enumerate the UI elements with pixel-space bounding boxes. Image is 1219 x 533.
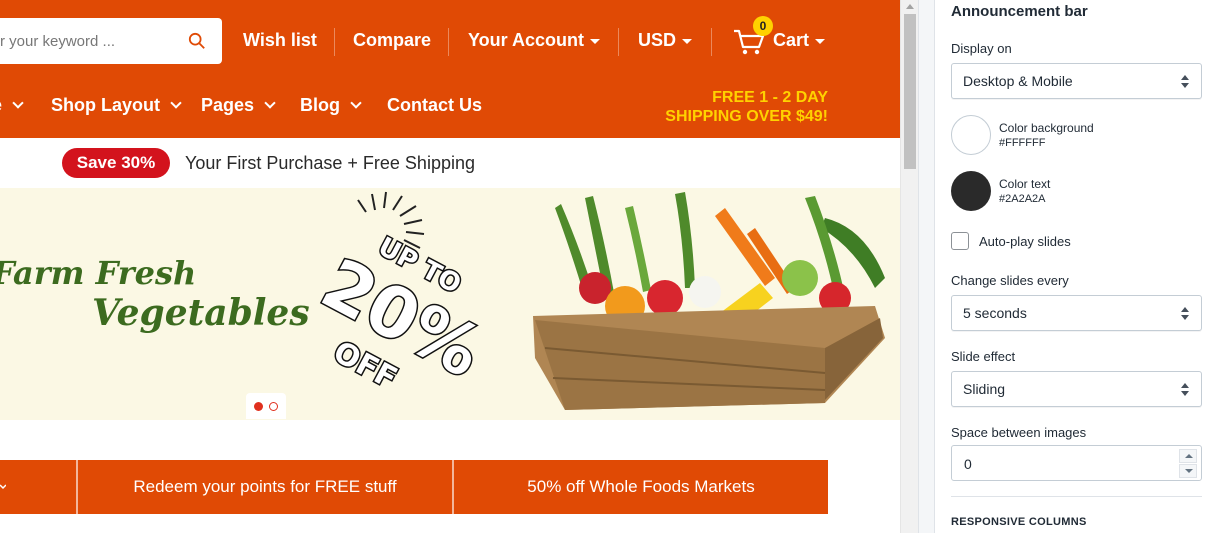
- search-icon[interactable]: [188, 32, 206, 50]
- offer-graphic: UP TO 20% OFF: [308, 191, 480, 398]
- space-between-value: 0: [964, 456, 972, 472]
- slide-dot-active[interactable]: [254, 402, 263, 411]
- slide-effect-label: Slide effect: [951, 349, 1016, 364]
- change-slides-label: Change slides every: [951, 273, 1069, 288]
- account-label: Your Account: [468, 30, 584, 50]
- discount-badge: Save 30%: [62, 148, 170, 178]
- select-arrows-icon: [1181, 75, 1189, 89]
- color-text-hex: #2A2A2A: [999, 193, 1046, 205]
- announcement-text: Your First Purchase + Free Shipping: [185, 153, 475, 173]
- cart-label: Cart: [773, 30, 810, 50]
- slide-title-line-2: Vegetables: [92, 292, 310, 334]
- strip-item-whole-foods[interactable]: 50% off Whole Foods Markets: [454, 460, 828, 514]
- cart-menu[interactable]: Cart: [773, 30, 826, 51]
- autoplay-label[interactable]: Auto-play slides: [979, 234, 1071, 249]
- slide-pagination: [246, 393, 286, 419]
- decrement-icon[interactable]: [1179, 464, 1197, 478]
- chevron-down-icon: [170, 97, 182, 109]
- header-divider: [334, 28, 335, 56]
- settings-panel: Announcement bar Display on Desktop & Mo…: [934, 0, 1219, 533]
- slide-dot[interactable]: [269, 402, 278, 411]
- select-arrows-icon: [1181, 307, 1189, 321]
- cart-count-badge: 0: [753, 16, 773, 36]
- preview-scrollbar[interactable]: [900, 0, 918, 533]
- display-on-label: Display on: [951, 41, 1012, 56]
- change-slides-select[interactable]: 5 seconds: [951, 295, 1202, 331]
- promo-line-1: FREE 1 - 2 DAY: [712, 89, 828, 106]
- announcement-bar[interactable]: Save 30% Your First Purchase + Free Ship…: [0, 138, 900, 188]
- search-box[interactable]: r your keyword ...: [0, 18, 222, 64]
- nav-item-label: Pages: [201, 95, 255, 115]
- caret-down-icon: [682, 38, 693, 44]
- nav-item-contact-us[interactable]: Contact Us: [387, 95, 482, 116]
- promo-line-2: SHIPPING OVER $49!: [665, 108, 828, 125]
- nav-item-truncated[interactable]: e: [0, 95, 24, 116]
- color-background-swatch[interactable]: [951, 115, 991, 155]
- increment-icon[interactable]: [1179, 449, 1197, 463]
- slide-title-line-1: Farm Fresh: [0, 254, 197, 292]
- scroll-up-icon[interactable]: [906, 4, 914, 9]
- scrollbar-thumb[interactable]: [904, 14, 916, 169]
- hero-slideshow[interactable]: Farm Fresh Vegetables UP TO 20% OFF: [0, 188, 900, 420]
- header-divider: [448, 28, 449, 56]
- color-text-label: Color text: [999, 177, 1051, 191]
- currency-label: USD: [638, 30, 677, 50]
- display-on-select[interactable]: Desktop & Mobile: [951, 63, 1202, 99]
- store-header: r your keyword ... Wish list Compare You…: [0, 0, 900, 138]
- wishlist-link[interactable]: Wish list: [243, 30, 317, 51]
- change-slides-value: 5 seconds: [963, 305, 1027, 321]
- currency-selector[interactable]: USD: [638, 30, 693, 51]
- select-arrows-icon: [1181, 383, 1189, 397]
- responsive-columns-heading: RESPONSIVE COLUMNS: [951, 516, 1087, 528]
- nav-item-label: Blog: [300, 95, 340, 115]
- nav-item-pages[interactable]: Pages: [201, 95, 276, 116]
- search-input[interactable]: r your keyword ...: [0, 33, 115, 50]
- shipping-promo: FREE 1 - 2 DAY SHIPPING OVER $49!: [665, 88, 828, 126]
- chevron-down-icon: [0, 484, 6, 490]
- account-menu[interactable]: Your Account: [468, 30, 600, 51]
- header-divider: [618, 28, 619, 56]
- header-divider: [711, 28, 712, 56]
- slide-effect-value: Sliding: [963, 381, 1006, 397]
- panel-gutter: [918, 0, 934, 533]
- strip-item-points[interactable]: Redeem your points for FREE stuff: [78, 460, 452, 514]
- space-between-label: Space between images: [951, 425, 1087, 440]
- nav-item-label: Shop Layout: [51, 95, 160, 115]
- nav-item-blog[interactable]: Blog: [300, 95, 362, 116]
- space-between-input[interactable]: 0: [951, 445, 1202, 481]
- slide-effect-select[interactable]: Sliding: [951, 371, 1202, 407]
- display-on-value: Desktop & Mobile: [963, 73, 1073, 89]
- autoplay-checkbox[interactable]: [951, 232, 969, 250]
- chevron-down-icon: [12, 97, 24, 109]
- section-divider: [951, 496, 1202, 497]
- caret-down-icon: [815, 38, 826, 44]
- color-text-swatch[interactable]: [951, 171, 991, 211]
- vegetable-crate-image: [533, 192, 885, 410]
- chevron-down-icon: [264, 97, 276, 109]
- promo-strip: Redeem your points for FREE stuff 50% of…: [0, 460, 828, 514]
- nav-item-label: e: [0, 95, 2, 115]
- chevron-down-icon: [350, 97, 362, 109]
- caret-down-icon: [590, 38, 600, 44]
- nav-item-shop-layout[interactable]: Shop Layout: [51, 95, 182, 116]
- compare-link[interactable]: Compare: [353, 30, 431, 51]
- color-background-hex: #FFFFFF: [999, 137, 1046, 149]
- color-background-label: Color background: [999, 121, 1094, 135]
- theme-preview: r your keyword ... Wish list Compare You…: [0, 0, 900, 533]
- panel-title: Announcement bar: [951, 3, 1088, 20]
